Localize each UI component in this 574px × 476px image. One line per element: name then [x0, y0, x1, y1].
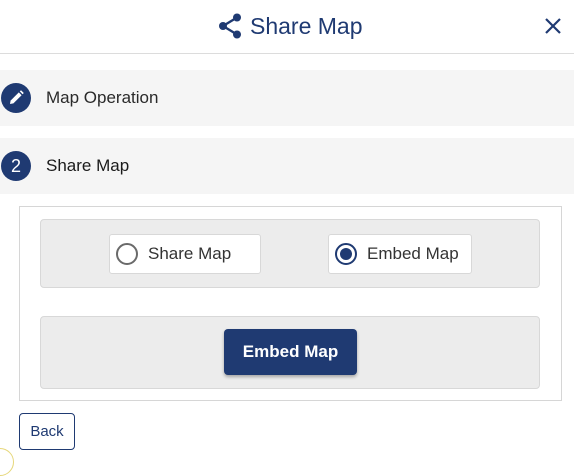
step-share-map[interactable]: 2 Share Map: [0, 138, 574, 194]
step-map-operation[interactable]: Map Operation: [0, 70, 574, 126]
share-type-radio-group: Share Map Embed Map: [40, 219, 540, 288]
embed-map-button[interactable]: Embed Map: [224, 329, 357, 375]
embed-map-option[interactable]: Embed Map: [328, 234, 472, 274]
step-label-map-operation: Map Operation: [46, 88, 159, 107]
corner-decoration: [0, 448, 14, 476]
embed-map-option-label: Embed Map: [367, 244, 459, 263]
dialog-header: Share Map: [0, 0, 574, 54]
step-label-share-map: Share Map: [46, 156, 130, 175]
close-icon[interactable]: [542, 15, 564, 37]
step-number-badge: 2: [1, 151, 31, 181]
pencil-icon: [1, 83, 31, 113]
header-title-group: Share Map: [218, 11, 363, 41]
share-map-option-label: Share Map: [148, 244, 232, 263]
action-area: Embed Map: [40, 316, 540, 389]
radio-unchecked-icon[interactable]: [116, 243, 138, 265]
share-icon: [218, 13, 242, 39]
share-map-option[interactable]: Share Map: [109, 234, 261, 274]
dialog-title: Share Map: [250, 12, 363, 39]
share-map-panel: Share Map Embed Map Embed Map: [19, 206, 562, 401]
radio-checked-icon[interactable]: [335, 243, 357, 265]
back-button[interactable]: Back: [19, 413, 75, 450]
